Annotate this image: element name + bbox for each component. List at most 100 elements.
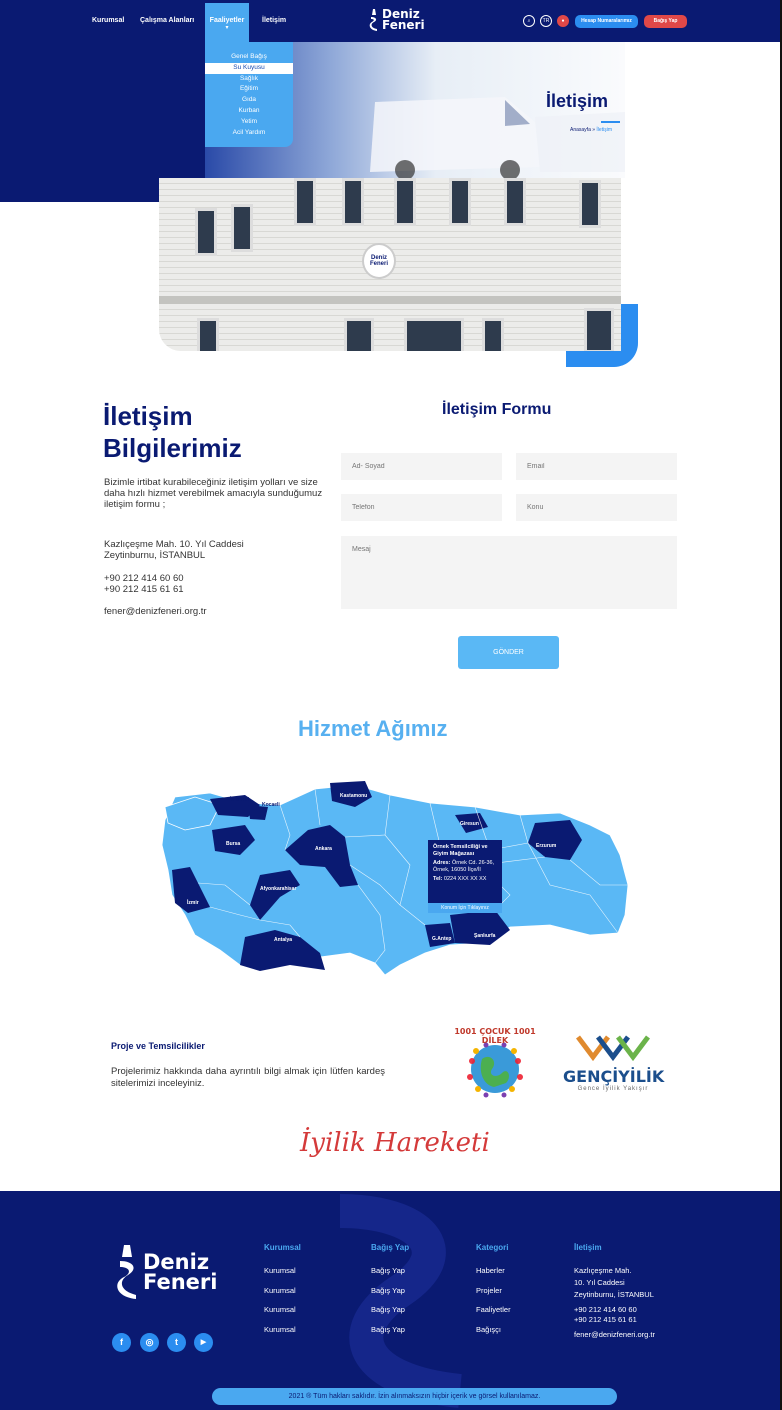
map-label-bursa[interactable]: Bursa bbox=[226, 841, 240, 847]
genc-iyilik-emblem bbox=[576, 1035, 650, 1062]
subject-field[interactable] bbox=[516, 494, 677, 521]
dropdown-item-kurban[interactable]: Kurban bbox=[205, 106, 293, 117]
donate-button[interactable]: Bağış Yap bbox=[644, 15, 687, 28]
contact-title-line1: İletişim bbox=[103, 401, 193, 431]
map-region-gaziantep bbox=[425, 923, 455, 947]
footer-address-line: 10. Yıl Caddesi bbox=[574, 1278, 625, 1287]
map-label-kocaeli[interactable]: Kocaeli bbox=[262, 802, 280, 808]
youtube-icon[interactable]: ▶ bbox=[194, 1333, 213, 1352]
building-window bbox=[482, 318, 504, 351]
chevron-down-icon: ▾ bbox=[225, 25, 229, 31]
footer-link[interactable]: Haberler bbox=[476, 1266, 505, 1275]
instagram-icon[interactable]: ◎ bbox=[140, 1333, 159, 1352]
dropdown-item-genel-bagis[interactable]: Genel Bağış bbox=[205, 52, 293, 63]
contact-phone1[interactable]: +90 212 414 60 60 bbox=[104, 573, 184, 584]
map-label-erzurum[interactable]: Erzurum bbox=[536, 843, 556, 849]
footer-link[interactable]: Bağış Yap bbox=[371, 1266, 405, 1275]
map-label-antalya[interactable]: Antalya bbox=[274, 937, 292, 943]
submit-button[interactable]: GÖNDER bbox=[458, 636, 559, 669]
dropdown-item-saglik[interactable]: Sağlık bbox=[205, 74, 293, 85]
footer-phone[interactable]: +90 212 415 61 61 bbox=[574, 1315, 637, 1324]
slogan: İyilik Hareketi bbox=[300, 1128, 490, 1158]
header-logo[interactable]: Deniz Feneri bbox=[368, 7, 425, 33]
popup-location-button[interactable]: Konum İçin Tıklayınız bbox=[428, 903, 502, 913]
contact-intro: Bizimle irtibat kurabileceğiniz iletişim… bbox=[104, 477, 323, 510]
footer-link[interactable]: Kurumsal bbox=[264, 1305, 296, 1314]
nav-faaliyetler[interactable]: Faaliyetler ▾ bbox=[205, 3, 249, 42]
breadcrumb-home[interactable]: Anasayfa bbox=[570, 127, 591, 133]
building-window bbox=[294, 178, 316, 226]
message-field[interactable] bbox=[341, 536, 677, 609]
contact-phone2[interactable]: +90 212 415 61 61 bbox=[104, 584, 184, 595]
footer-link[interactable]: Kurumsal bbox=[264, 1286, 296, 1295]
map-label-afyon[interactable]: Afyonkarahisar bbox=[260, 886, 296, 892]
building-door bbox=[344, 318, 374, 351]
contact-email[interactable]: fener@denizfeneri.org.tr bbox=[104, 606, 207, 617]
map-label-giresun[interactable]: Giresun bbox=[460, 821, 479, 827]
map-label-ankara[interactable]: Ankara bbox=[315, 846, 332, 852]
logo-1001-text: 1001 ÇOCUK 1001 DİLEK bbox=[454, 1027, 536, 1045]
language-selector[interactable]: TR bbox=[540, 15, 552, 27]
nav-iletisim[interactable]: İletişim bbox=[262, 17, 286, 24]
faaliyetler-dropdown: Genel Bağış Su Kuyusu Sağlık Eğitim Gıda… bbox=[205, 42, 293, 147]
map-label-sanliurfa[interactable]: Şanlıurfa bbox=[474, 933, 495, 939]
footer-logo[interactable]: Deniz Feneri bbox=[114, 1243, 217, 1301]
footer-link[interactable]: Bağış Yap bbox=[371, 1325, 405, 1334]
footer-email[interactable]: fener@denizfeneri.org.tr bbox=[574, 1330, 655, 1339]
building-door bbox=[404, 318, 464, 351]
building-window bbox=[231, 204, 253, 252]
contact-address-line2: Zeytinburnu, İSTANBUL bbox=[104, 550, 206, 561]
user-icon[interactable]: ● bbox=[557, 15, 569, 27]
footer-col-bagis-title: Bağış Yap bbox=[371, 1243, 410, 1252]
breadcrumb-current: İletişim bbox=[596, 127, 612, 133]
logo-genc-iyilik[interactable]: GENÇİYİLİK Gence İyilik Yakışır bbox=[563, 1032, 664, 1098]
email-field[interactable] bbox=[516, 453, 677, 480]
dropdown-item-gida[interactable]: Gıda bbox=[205, 95, 293, 106]
dropdown-item-egitim[interactable]: Eğitim bbox=[205, 84, 293, 95]
popup-phone-label: Tel: bbox=[433, 876, 443, 882]
title-underline bbox=[601, 121, 620, 123]
dropdown-item-yetim[interactable]: Yetim bbox=[205, 117, 293, 128]
phone-field[interactable] bbox=[341, 494, 502, 521]
map-label-izmir[interactable]: İzmir bbox=[187, 900, 199, 906]
footer-link[interactable]: Bağışçı bbox=[476, 1325, 501, 1334]
building-window bbox=[197, 318, 219, 351]
footer-address-line: Zeytinburnu, İSTANBUL bbox=[574, 1290, 654, 1299]
footer-link[interactable]: Kurumsal bbox=[264, 1325, 296, 1334]
name-field[interactable] bbox=[341, 453, 502, 480]
footer-logo-line1: Deniz bbox=[143, 1250, 210, 1274]
map-label-gaziantep[interactable]: G.Antep bbox=[432, 936, 451, 942]
map-label-istanbul[interactable]: İstanbul bbox=[230, 797, 249, 803]
lighthouse-icon bbox=[117, 1245, 136, 1299]
nav-calisma-alanlari[interactable]: Çalışma Alanları bbox=[140, 17, 194, 24]
map-label-kastamonu[interactable]: Kastamonu bbox=[340, 793, 367, 799]
facebook-icon[interactable]: f bbox=[112, 1333, 131, 1352]
form-title: İletişim Formu bbox=[442, 401, 552, 418]
footer-link[interactable]: Projeler bbox=[476, 1286, 502, 1295]
building-window bbox=[449, 178, 471, 226]
map-popup: Örnek Temsilciliği ve Giyim Mağazası Adr… bbox=[428, 840, 502, 906]
nav-kurumsal[interactable]: Kurumsal bbox=[92, 17, 124, 24]
logo-line2: Feneri bbox=[382, 18, 425, 32]
copyright-bar: 2021 ® Tüm hakları saklıdır. İzin alınma… bbox=[212, 1388, 617, 1405]
lighthouse-icon bbox=[369, 9, 377, 31]
contact-info-title: İletişim Bilgilerimiz bbox=[103, 400, 242, 464]
dropdown-item-su-kuyusu[interactable]: Su Kuyusu bbox=[205, 62, 293, 74]
footer-col-iletisim-title: İletişim bbox=[574, 1243, 602, 1252]
footer-col-kategori-title: Kategori bbox=[476, 1243, 509, 1252]
building-ledge bbox=[159, 296, 621, 304]
popup-address-label: Adres: bbox=[433, 860, 451, 866]
twitter-icon[interactable]: t bbox=[167, 1333, 186, 1352]
building-window bbox=[342, 178, 364, 226]
footer-link[interactable]: Kurumsal bbox=[264, 1266, 296, 1275]
logo-1001-cocuk[interactable]: 1001 ÇOCUK 1001 DİLEK bbox=[452, 1021, 538, 1105]
search-icon[interactable]: ⌕ bbox=[523, 15, 535, 27]
dropdown-item-acil-yardim[interactable]: Acil Yardım bbox=[205, 128, 293, 139]
footer-phone[interactable]: +90 212 414 60 60 bbox=[574, 1305, 637, 1314]
footer-link[interactable]: Faaliyetler bbox=[476, 1305, 511, 1314]
genc-iyilik-tagline: Gence İyilik Yakışır bbox=[577, 1086, 649, 1092]
building-window bbox=[504, 178, 526, 226]
account-numbers-button[interactable]: Hesap Numaralarımız bbox=[575, 15, 638, 28]
footer-link[interactable]: Bağış Yap bbox=[371, 1305, 405, 1314]
footer-link[interactable]: Bağış Yap bbox=[371, 1286, 405, 1295]
